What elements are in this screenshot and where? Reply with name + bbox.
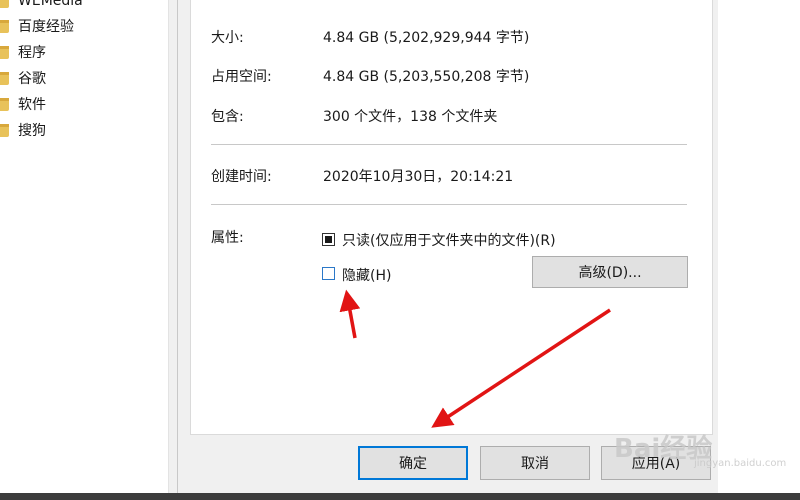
nav-item-google[interactable]: 谷歌 (0, 67, 160, 89)
advanced-button[interactable]: 高级(D)... (532, 256, 688, 288)
folder-icon (0, 123, 9, 137)
attributes-label: 属性: (211, 230, 244, 246)
size-label: 大小: (211, 30, 244, 46)
readonly-label[interactable]: 只读(仅应用于文件夹中的文件)(R) (342, 230, 556, 250)
nav-item-label: 谷歌 (18, 71, 46, 87)
navigation-pane: WEMedia 百度经验 程序 谷歌 软件 搜狗 (0, 0, 168, 493)
nav-item-label: 软件 (18, 97, 46, 113)
contains-label: 包含: (211, 109, 244, 125)
nav-item-wemedia[interactable]: WEMedia (0, 0, 160, 12)
general-tab-panel: ​ 大小: 4.84 GB (5,202,929,944 字节) 占用空间: 4… (190, 0, 713, 435)
nav-item-software[interactable]: 软件 (0, 93, 160, 115)
nav-item-baidu-experience[interactable]: 百度经验 (0, 15, 160, 37)
folder-icon (0, 71, 9, 85)
ok-button[interactable]: 确定 (358, 446, 468, 480)
nav-item-label: 程序 (18, 45, 46, 61)
nav-item-label: 百度经验 (18, 19, 74, 35)
background-area (718, 0, 800, 493)
hidden-label[interactable]: 隐藏(H) (342, 265, 391, 285)
disk-size-value: 4.84 GB (5,203,550,208 字节) (323, 69, 530, 85)
folder-icon (0, 0, 9, 8)
folder-icon (0, 45, 9, 59)
nav-item-programs[interactable]: 程序 (0, 41, 160, 63)
nav-item-label: WEMedia (18, 0, 83, 9)
hidden-checkbox[interactable] (322, 267, 335, 280)
disk-size-label: 占用空间: (211, 69, 272, 85)
cancel-button[interactable]: 取消 (480, 446, 590, 480)
apply-button[interactable]: 应用(A) (601, 446, 711, 480)
folder-icon (0, 19, 9, 33)
separator (211, 144, 687, 145)
taskbar (0, 493, 800, 500)
size-value: 4.84 GB (5,202,929,944 字节) (323, 30, 530, 46)
nav-item-sogou[interactable]: 搜狗 (0, 119, 160, 141)
contains-value: 300 个文件，138 个文件夹 (323, 109, 498, 125)
nav-item-label: 搜狗 (18, 123, 46, 139)
folder-icon (0, 97, 9, 111)
properties-dialog: ​ 大小: 4.84 GB (5,202,929,944 字节) 占用空间: 4… (177, 0, 719, 493)
separator (211, 204, 687, 205)
created-value: 2020年10月30日，20:14:21 (323, 169, 514, 185)
readonly-checkbox[interactable] (322, 233, 335, 246)
created-label: 创建时间: (211, 169, 272, 185)
